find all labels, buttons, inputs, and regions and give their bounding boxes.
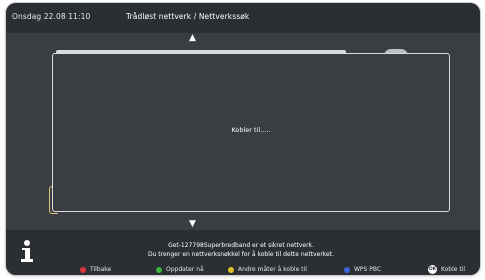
page-title: Trådløst nettverk / Nettverkssøk bbox=[126, 12, 250, 21]
yellow-button-label: Andre måter å koble til bbox=[238, 266, 307, 273]
red-button-back[interactable]: Tilbake bbox=[80, 266, 111, 273]
red-button-label: Tilbake bbox=[90, 266, 112, 273]
scroll-up-arrow-icon[interactable]: ▲ bbox=[189, 34, 196, 43]
top-bar: Onsdag 22.08 11:10 Trådløst nettverk / N… bbox=[6, 3, 480, 33]
ok-button-label: Koble til bbox=[441, 266, 466, 273]
info-message-line1: Get-127798Superbredband er et sikret net… bbox=[168, 242, 314, 249]
date-time: Onsdag 22.08 11:10 bbox=[12, 12, 91, 21]
tv-screen: Onsdag 22.08 11:10 Trådløst nettverk / N… bbox=[6, 3, 480, 275]
ok-badge-icon: OK bbox=[428, 265, 437, 274]
button-legend: Tilbake Oppdater nå Andre måter å koble … bbox=[6, 265, 480, 275]
yellow-dot-icon bbox=[228, 266, 234, 273]
red-dot-icon bbox=[80, 266, 86, 273]
green-button-refresh[interactable]: Oppdater nå bbox=[156, 266, 204, 273]
blue-dot-icon bbox=[344, 266, 350, 273]
scroll-down-arrow-icon[interactable]: ▼ bbox=[189, 220, 196, 229]
green-button-label: Oppdater nå bbox=[166, 266, 204, 273]
info-icon bbox=[20, 240, 34, 264]
blue-button-wps[interactable]: WPS PBC bbox=[344, 266, 381, 273]
connecting-dialog: Kobler til..... bbox=[52, 53, 450, 212]
connecting-status: Kobler til..... bbox=[231, 126, 271, 134]
info-message-line2: Du trenger en nettverksnøkkel for å kobl… bbox=[147, 251, 335, 258]
ok-button-connect[interactable]: OK Koble til bbox=[428, 265, 465, 274]
info-panel: Get-127798Superbredband er et sikret net… bbox=[6, 230, 480, 275]
yellow-button-other-ways[interactable]: Andre måter å koble til bbox=[228, 266, 307, 273]
green-dot-icon bbox=[156, 266, 162, 273]
blue-button-label: WPS PBC bbox=[354, 266, 382, 273]
